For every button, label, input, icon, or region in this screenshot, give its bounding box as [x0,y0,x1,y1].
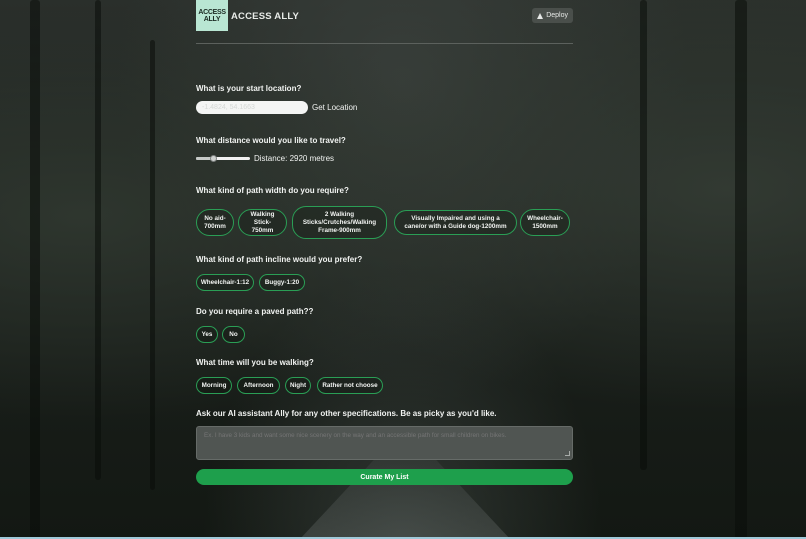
app-header: ACCESS ALLY ACCESS ALLY Deploy [196,0,573,44]
question-path-width: What kind of path width do you require? [196,186,349,195]
curate-my-list-button[interactable]: Curate My List [196,469,573,485]
time-option-morning[interactable]: Morning [196,377,232,394]
paved-option-no[interactable]: No [222,326,245,343]
question-distance: What distance would you like to travel? [196,136,346,145]
width-option-walking-stick[interactable]: Walking Stick-750mm [238,209,287,236]
question-incline: What kind of path incline would you pref… [196,255,363,264]
time-option-afternoon[interactable]: Afternoon [237,377,280,394]
path-road-decoration [300,449,510,539]
app-title: ACCESS ALLY [231,11,300,22]
start-location-input[interactable] [196,101,308,114]
incline-option-buggy[interactable]: Buggy-1:20 [259,274,305,291]
get-location-button[interactable]: Get Location [312,103,357,112]
ai-prompt-label: Ask our AI assistant Ally for any other … [196,409,497,418]
tree-trunk-decoration [30,0,40,539]
width-option-two-sticks[interactable]: 2 Walking Sticks/Crutches/Walking Frame-… [292,206,387,239]
time-option-night[interactable]: Night [285,377,311,394]
main-form: ACCESS ALLY ACCESS ALLY Deploy What is yo… [196,0,573,485]
distance-slider[interactable] [196,155,250,163]
question-paved: Do you require a paved path?? [196,307,314,316]
time-option-rather-not-choose[interactable]: Rather not choose [317,377,383,394]
ai-specifications-textarea[interactable] [196,426,573,460]
question-time: What time will you be walking? [196,358,314,367]
tree-trunk-decoration [95,0,101,480]
width-option-no-aid[interactable]: No aid-700mm [196,209,234,236]
question-start-location: What is your start location? [196,84,302,93]
triangle-up-icon [537,12,544,19]
slider-knob[interactable] [209,155,217,162]
deploy-label: Deploy [546,12,568,19]
paved-option-yes[interactable]: Yes [196,326,218,343]
deploy-button[interactable]: Deploy [532,8,573,23]
distance-label: Distance: 2920 metres [254,154,335,163]
app-logo: ACCESS ALLY [196,0,228,31]
tree-trunk-decoration [150,40,155,490]
width-option-visually-impaired[interactable]: Visually Impaired and using a cane/or wi… [394,210,517,235]
tree-trunk-decoration [735,0,747,539]
incline-option-wheelchair[interactable]: Wheelchair-1:12 [196,274,254,291]
width-option-wheelchair[interactable]: Wheelchair-1500mm [520,209,570,236]
resize-handle-icon[interactable] [565,451,570,456]
tree-trunk-decoration [640,0,647,470]
